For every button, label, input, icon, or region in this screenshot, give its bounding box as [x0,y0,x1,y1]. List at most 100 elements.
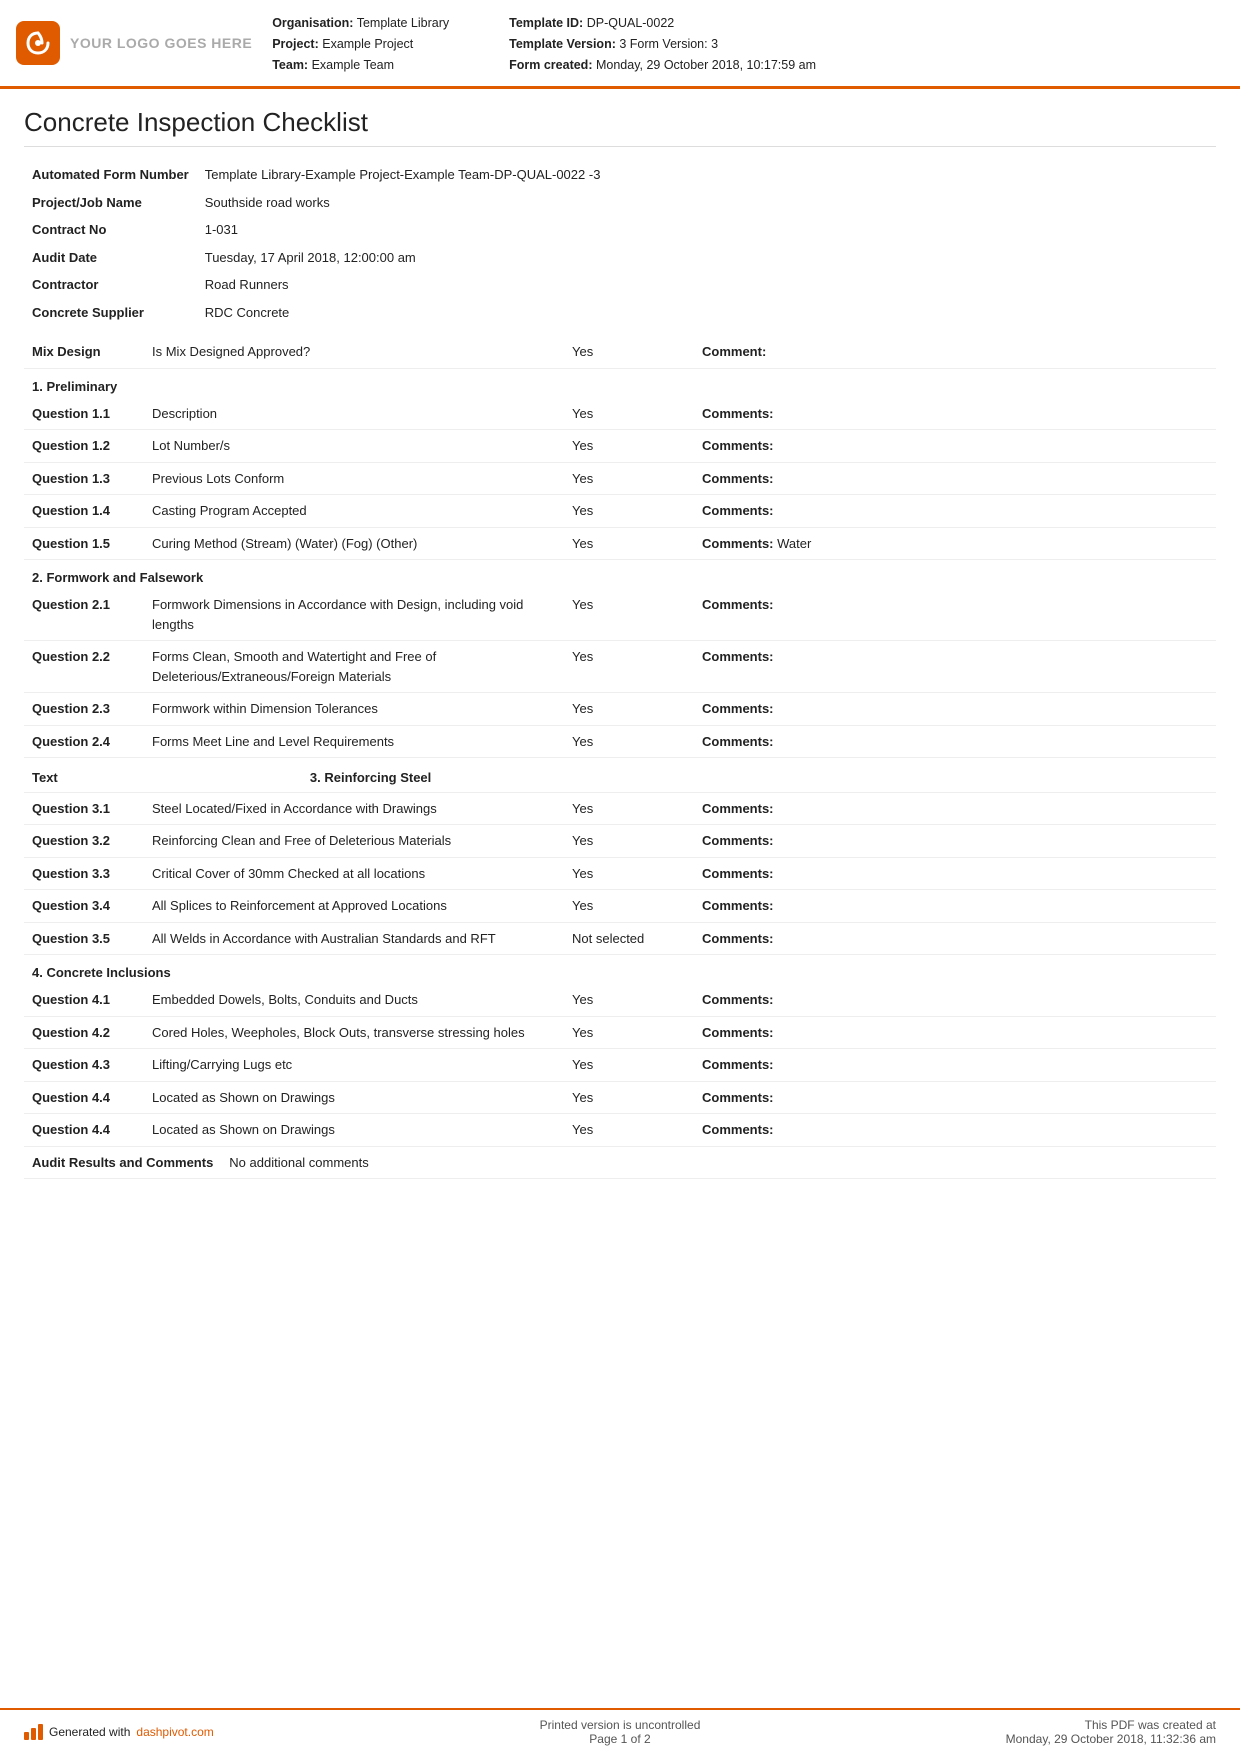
mix-design-value: Yes [564,336,694,368]
questions-table-section1: Question 1.1DescriptionYesComments:Quest… [24,398,1216,561]
sections-container: 1. PreliminaryQuestion 1.1DescriptionYes… [24,369,1216,1147]
dashpivot-link[interactable]: dashpivot.com [136,1725,213,1739]
form-number-value: Template Library-Example Project-Example… [197,161,1216,189]
form-version-label: Form Version: [630,37,708,51]
q-comment-q2.3: Comments: [694,693,1216,726]
question-row-q3.3: Question 3.3Critical Cover of 30mm Check… [24,857,1216,890]
q-label-q2.4: Question 2.4 [24,725,144,758]
q-label-q1.1: Question 1.1 [24,398,144,430]
question-row-q4.4b: Question 4.4Located as Shown on Drawings… [24,1114,1216,1147]
q-label-q1.4: Question 1.4 [24,495,144,528]
q-value-q3.5: Not selected [564,922,694,955]
q-comment-q3.4: Comments: [694,890,1216,923]
info-row-audit-date: Audit Date Tuesday, 17 April 2018, 12:00… [24,244,1216,272]
template-id-label: Template ID: [509,16,583,30]
contractor-label: Contractor [24,271,197,299]
q-comment-label-q2.4: Comments: [702,734,774,749]
template-id-row: Template ID: DP-QUAL-0022 [509,14,816,33]
q-comment-label-q4.3: Comments: [702,1057,774,1072]
question-row-q2.1: Question 2.1Formwork Dimensions in Accor… [24,589,1216,641]
q-comment-q2.1: Comments: [694,589,1216,641]
team-label: Team: [272,58,308,72]
q-value-q4.2: Yes [564,1016,694,1049]
q-desc-q3.4: All Splices to Reinforcement at Approved… [144,890,564,923]
q-label-q2.1: Question 2.1 [24,589,144,641]
q-value-q3.2: Yes [564,825,694,858]
question-row-q2.2: Question 2.2Forms Clean, Smooth and Wate… [24,641,1216,693]
question-row-q3.2: Question 3.2Reinforcing Clean and Free o… [24,825,1216,858]
q-label-q3.2: Question 3.2 [24,825,144,858]
question-row-q2.4: Question 2.4Forms Meet Line and Level Re… [24,725,1216,758]
q-comment-label-q3.3: Comments: [702,866,774,881]
q-desc-q1.2: Lot Number/s [144,430,564,463]
mix-design-row: Mix Design Is Mix Designed Approved? Yes… [24,336,1216,368]
question-row-q1.4: Question 1.4Casting Program AcceptedYesC… [24,495,1216,528]
q-value-q3.4: Yes [564,890,694,923]
q-comment-q1.3: Comments: [694,462,1216,495]
q-desc-q2.2: Forms Clean, Smooth and Watertight and F… [144,641,564,693]
audit-results-table: Audit Results and Comments No additional… [24,1147,1216,1180]
question-row-q4.2: Question 4.2Cored Holes, Weepholes, Bloc… [24,1016,1216,1049]
questions-table-section4: Question 4.1Embedded Dowels, Bolts, Cond… [24,984,1216,1147]
bar3 [38,1724,43,1740]
q-value-q1.3: Yes [564,462,694,495]
mix-design-table: Mix Design Is Mix Designed Approved? Yes… [24,336,1216,369]
q-comment-q4.3: Comments: [694,1049,1216,1082]
q-desc-q4.4b: Located as Shown on Drawings [144,1114,564,1147]
q-value-q4.1: Yes [564,984,694,1016]
q-comment-q1.2: Comments: [694,430,1216,463]
generated-text: Generated with [49,1725,130,1739]
q-label-q4.4a: Question 4.4 [24,1081,144,1114]
q-comment-q4.1: Comments: [694,984,1216,1016]
question-row-q4.4a: Question 4.4Located as Shown on Drawings… [24,1081,1216,1114]
q-desc-q3.1: Steel Located/Fixed in Accordance with D… [144,793,564,825]
q-value-q1.2: Yes [564,430,694,463]
q-label-q4.4b: Question 4.4 [24,1114,144,1147]
bar1 [24,1732,29,1740]
contract-value: 1-031 [197,216,1216,244]
q-label-q2.3: Question 2.3 [24,693,144,726]
q-label-q1.3: Question 1.3 [24,462,144,495]
footer-right-line1: This PDF was created at [936,1718,1216,1732]
section-header-row-section3_text: Text3. Reinforcing Steel [24,758,1216,792]
header-col-right: Template ID: DP-QUAL-0022 Template Versi… [509,14,816,74]
q-desc-q2.3: Formwork within Dimension Tolerances [144,693,564,726]
project-label: Project: [272,37,319,51]
q-desc-q4.2: Cored Holes, Weepholes, Block Outs, tran… [144,1016,564,1049]
footer: Generated with dashpivot.com Printed ver… [0,1708,1240,1754]
form-created-row: Form created: Monday, 29 October 2018, 1… [509,56,816,75]
footer-center-line2: Page 1 of 2 [324,1732,916,1746]
footer-right-line2: Monday, 29 October 2018, 11:32:36 am [936,1732,1216,1746]
q-label-q3.1: Question 3.1 [24,793,144,825]
q-comment-q4.4a: Comments: [694,1081,1216,1114]
q-label-q1.5: Question 1.5 [24,527,144,560]
q-desc-q4.3: Lifting/Carrying Lugs etc [144,1049,564,1082]
q-value-q2.3: Yes [564,693,694,726]
q-label-q4.2: Question 4.2 [24,1016,144,1049]
info-row-project-name: Project/Job Name Southside road works [24,189,1216,217]
org-row: Organisation: Template Library [272,14,449,33]
dashpivot-logo-icon [24,1724,43,1740]
info-table: Automated Form Number Template Library-E… [24,161,1216,326]
audit-date-label: Audit Date [24,244,197,272]
form-created-label: Form created: [509,58,592,72]
audit-results-label: Audit Results and Comments [24,1147,221,1179]
q-comment-q2.2: Comments: [694,641,1216,693]
q-value-q2.4: Yes [564,725,694,758]
q-value-q4.4a: Yes [564,1081,694,1114]
question-row-q3.1: Question 3.1Steel Located/Fixed in Accor… [24,793,1216,825]
q-comment-label-q4.4a: Comments: [702,1090,774,1105]
q-comment-label-q2.3: Comments: [702,701,774,716]
template-version-value: 3 [619,37,626,51]
template-version-label: Template Version: [509,37,616,51]
section-header-section2: 2. Formwork and Falsework [24,560,1216,589]
q-desc-q4.4a: Located as Shown on Drawings [144,1081,564,1114]
q-comment-label-q4.4b: Comments: [702,1122,774,1137]
question-row-q2.3: Question 2.3Formwork within Dimension To… [24,693,1216,726]
q-value-q1.4: Yes [564,495,694,528]
section-text-header-section3_text: Text3. Reinforcing Steel [24,758,1216,793]
contract-label: Contract No [24,216,197,244]
q-comment-label-q1.4: Comments: [702,503,774,518]
form-number-label: Automated Form Number [24,161,197,189]
header-col-left: Organisation: Template Library Project: … [272,14,449,74]
